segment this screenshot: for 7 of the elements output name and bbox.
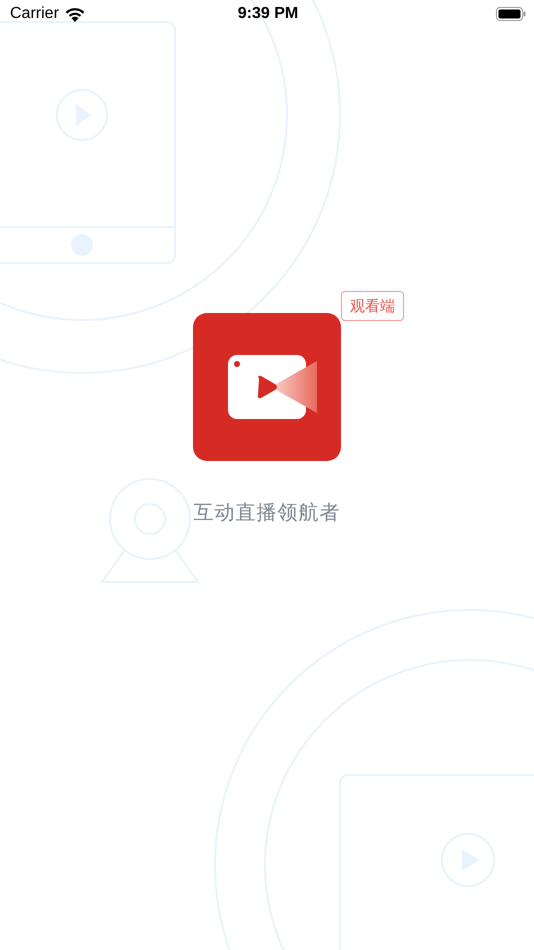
client-badge: 观看端	[341, 291, 404, 321]
carrier-label: Carrier	[10, 5, 59, 23]
battery-icon	[496, 7, 526, 21]
status-time: 9:39 PM	[238, 5, 298, 23]
slogan-text: 互动直播领航者	[194, 499, 340, 526]
app-logo-icon	[193, 313, 341, 461]
wifi-icon	[64, 6, 85, 22]
